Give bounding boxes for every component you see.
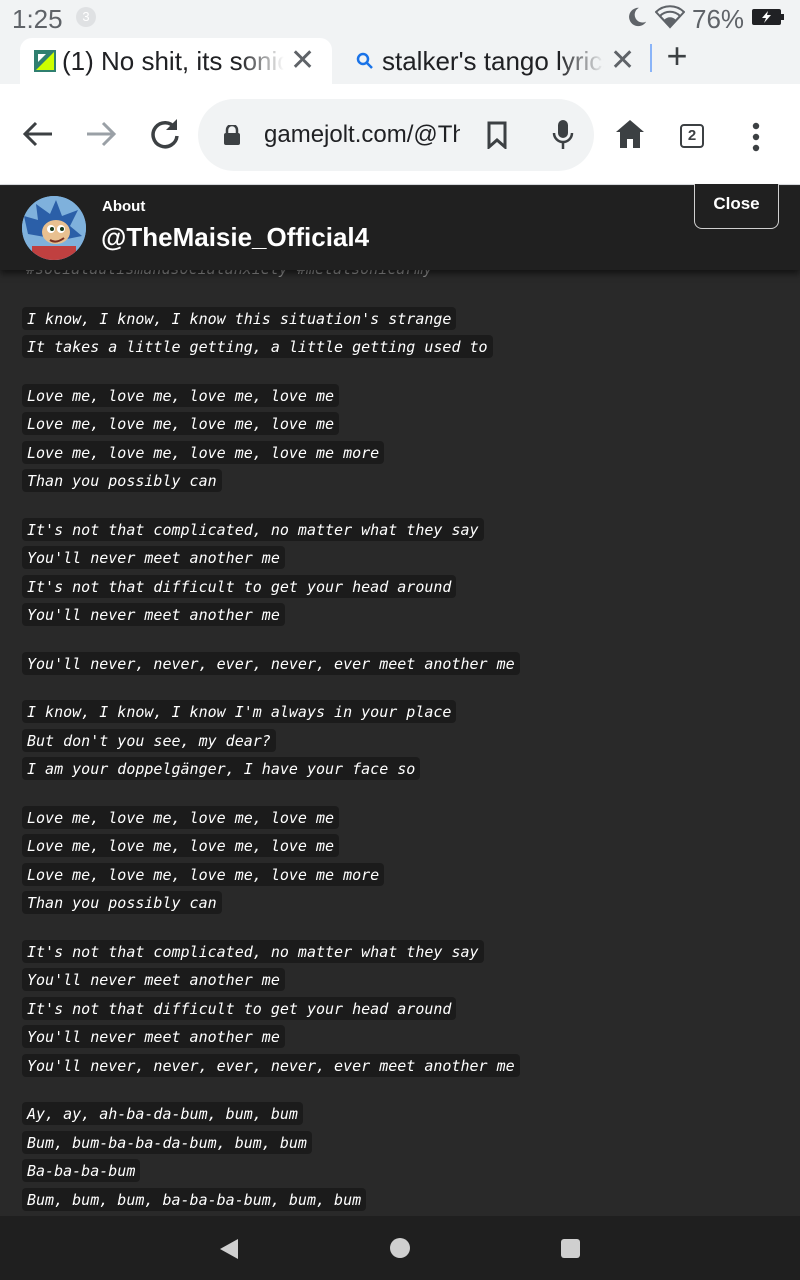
lyric-line: You'll never meet another me <box>22 546 285 569</box>
lyric-line: It's not that complicated, no matter wha… <box>22 940 484 963</box>
do-not-disturb-moon-icon <box>629 7 647 27</box>
lyric-line: Bum, bum-ba-ba-da-bum, bum, bum <box>22 1131 312 1154</box>
tab-title: stalker's tango lyrics <box>382 45 604 76</box>
avatar-image <box>22 196 86 260</box>
lyric-line: Ba-ba-ba-bum <box>22 1159 141 1182</box>
profile-username: @TheMaisie_Official4 <box>101 222 370 252</box>
lyric-line: Love me, love me, love me, love me <box>22 834 340 857</box>
reload-icon[interactable] <box>147 116 183 152</box>
lyric-line: Love me, love me, love me, love me <box>22 384 340 407</box>
address-bar[interactable]: gamejolt.com/@TheMaisie_Official4 <box>198 99 594 171</box>
new-tab-plus-icon[interactable]: + <box>662 38 692 74</box>
status-bar: 1:25 3 76% <box>0 0 800 36</box>
lyric-line: It's not that difficult to get your head… <box>22 997 457 1020</box>
browser-toolbar: gamejolt.com/@TheMaisie_Official4 2 <box>0 84 800 185</box>
battery-percent: 76% <box>692 4 745 34</box>
battery-charging-icon <box>752 9 784 25</box>
about-modal-header: About @TheMaisie_Official4 Close <box>0 184 800 270</box>
close-button[interactable]: Close <box>694 184 779 229</box>
lyric-line: But don't you see, my dear? <box>22 729 276 752</box>
hashtags-cutoff: #socialautismandsocialanxiety #metalsoni… <box>26 270 432 278</box>
system-nav-bar <box>0 1216 800 1280</box>
lock-icon <box>224 125 240 145</box>
lyric-line: I am your doppelgänger, I have your face… <box>22 757 421 780</box>
lyric-line: I know, I know, I know this situation's … <box>22 307 457 330</box>
nav-home-icon[interactable] <box>390 1238 410 1258</box>
nav-back-icon[interactable] <box>218 1238 240 1260</box>
wifi-icon <box>655 5 685 29</box>
about-content: #socialautismandsocialanxiety #metalsoni… <box>0 270 800 1216</box>
tab-strip: (1) No shit, its sonic ✕ stalker's tango… <box>0 36 800 84</box>
lyric-line: You'll never meet another me <box>22 968 285 991</box>
forward-arrow-icon[interactable] <box>83 116 119 152</box>
url-text[interactable]: gamejolt.com/@TheMaisie_Official4 <box>264 121 460 149</box>
lyric-line: It's not that complicated, no matter wha… <box>22 518 484 541</box>
lyric-line: You'll never, never, ever, never, ever m… <box>22 652 520 675</box>
lyric-line: Love me, love me, love me, love me more <box>22 441 385 464</box>
lyric-line: Ay, ay, ah-ba-da-bum, bum, bum <box>22 1102 303 1125</box>
lyric-line: You'll never, never, ever, never, ever m… <box>22 1054 520 1077</box>
microphone-icon[interactable] <box>552 119 574 151</box>
lyric-line: I know, I know, I know I'm always in you… <box>22 700 457 723</box>
lyric-line: Love me, love me, love me, love me more <box>22 863 385 886</box>
lyric-line: Than you possibly can <box>22 891 222 914</box>
tab-divider <box>650 44 652 72</box>
more-options-icon[interactable] <box>752 122 760 152</box>
tab-gamejolt[interactable]: (1) No shit, its sonic ✕ <box>20 38 332 84</box>
tab-close-icon[interactable]: ✕ <box>290 46 315 76</box>
notification-count-badge: 3 <box>76 7 96 27</box>
nav-recents-icon[interactable] <box>561 1239 580 1258</box>
tab-lyrics-search[interactable]: stalker's tango lyrics ✕ <box>340 38 648 84</box>
tab-close-icon[interactable]: ✕ <box>610 46 635 76</box>
back-arrow-icon[interactable] <box>20 116 56 152</box>
lyric-line: Love me, love me, love me, love me <box>22 412 340 435</box>
lyric-line: Bum, bum, bum, ba-ba-ba-bum, bum, bum <box>22 1188 367 1211</box>
lyric-line: Love me, love me, love me, love me <box>22 806 340 829</box>
lyric-line: You'll never meet another me <box>22 1025 285 1048</box>
lyric-line: You'll never meet another me <box>22 603 285 626</box>
search-favicon-icon <box>356 52 373 69</box>
lyric-line: It takes a little getting, a little gett… <box>22 335 493 358</box>
lyric-line: It's not that difficult to get your head… <box>22 575 457 598</box>
bookmark-icon[interactable] <box>486 121 508 149</box>
tab-switcher-button[interactable]: 2 <box>680 124 704 148</box>
about-label: About <box>102 198 146 215</box>
status-time: 1:25 <box>12 4 63 34</box>
lyric-line: Than you possibly can <box>22 469 222 492</box>
home-icon[interactable] <box>612 116 648 152</box>
avatar[interactable] <box>22 196 86 260</box>
tab-title: (1) No shit, its sonic <box>62 45 284 76</box>
gamejolt-favicon-icon <box>34 50 56 72</box>
